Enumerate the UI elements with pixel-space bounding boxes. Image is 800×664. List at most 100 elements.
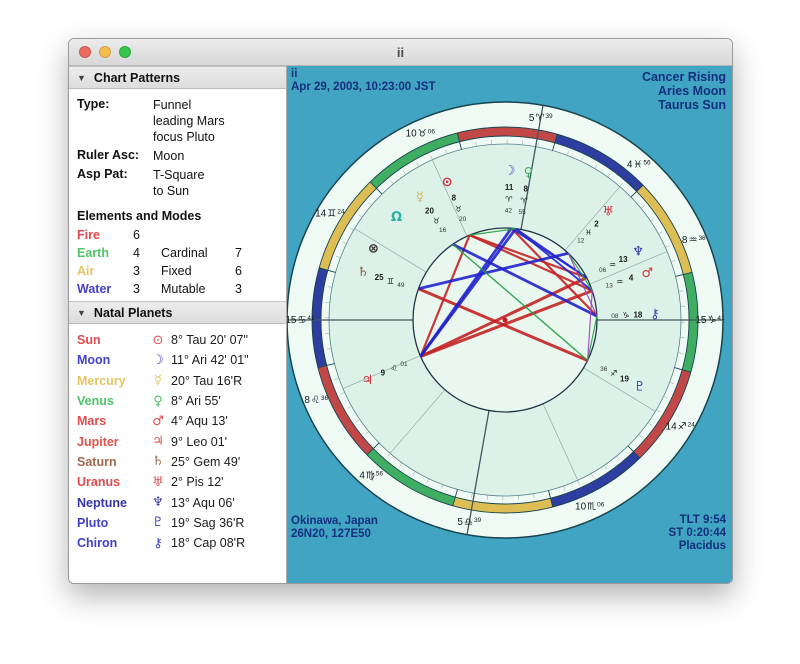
planet-name: Uranus bbox=[77, 475, 145, 489]
planet-sign-glyph: ♐ bbox=[610, 369, 617, 378]
elements-modes-table: Fire6Earth4Cardinal7Air3Fixed6Water3Muta… bbox=[77, 227, 278, 297]
planet-minutes: 16 bbox=[439, 227, 447, 234]
disclosure-triangle-icon[interactable]: ▼ bbox=[77, 73, 86, 83]
planet-name: Venus bbox=[77, 394, 145, 408]
element-count: 3 bbox=[133, 281, 161, 297]
planet-row-pluto[interactable]: Pluto♇19° Sag 36'R bbox=[77, 513, 286, 533]
natal-planets-list: Sun⊙8° Tau 20' 07"Moon☽11° Ari 42' 01"Me… bbox=[69, 324, 286, 553]
mode-name: Fixed bbox=[161, 263, 235, 279]
jupiter-glyph-icon: ♃ bbox=[145, 434, 171, 449]
neptune-glyph-icon: ♆ bbox=[632, 244, 644, 259]
element-name: Fire bbox=[77, 227, 133, 243]
planet-degree: 20 bbox=[425, 207, 434, 216]
planet-name: Mars bbox=[77, 414, 145, 428]
element-name: Earth bbox=[77, 245, 133, 261]
mode-count: 7 bbox=[235, 245, 259, 261]
mode-count: 6 bbox=[235, 263, 259, 279]
north-node-glyph-icon: Ω bbox=[391, 210, 402, 225]
planet-position: 20° Tau 16'R bbox=[171, 374, 286, 388]
neptune-glyph-icon: ♆ bbox=[145, 495, 171, 510]
planet-degree: 18 bbox=[633, 310, 642, 319]
planet-row-venus[interactable]: Venus♀8° Ari 55' bbox=[77, 391, 286, 411]
planet-name: Mercury bbox=[77, 374, 145, 388]
chart-patterns-section-header[interactable]: ▼ Chart Patterns bbox=[69, 66, 286, 89]
planet-name: Jupiter bbox=[77, 435, 145, 449]
venus-glyph-icon: ♀ bbox=[524, 165, 534, 180]
chiron-glyph-icon: ⚷ bbox=[650, 307, 660, 322]
element-count: 6 bbox=[133, 227, 161, 243]
planet-position: 9° Leo 01' bbox=[171, 435, 286, 449]
mars-glyph-icon: ♂ bbox=[145, 414, 171, 429]
mercury-glyph-icon: ☿ bbox=[145, 373, 171, 388]
planet-degree: 25 bbox=[375, 273, 384, 282]
planet-minutes: 55 bbox=[518, 209, 526, 216]
planet-minutes: 13 bbox=[606, 283, 614, 290]
asp-pat-value: T-Square to Sun bbox=[153, 167, 278, 199]
planet-degree: 2 bbox=[594, 220, 599, 229]
planet-sign-glyph: ♒ bbox=[609, 260, 616, 269]
mode-count bbox=[235, 227, 259, 243]
uranus-glyph-icon: ♅ bbox=[145, 475, 171, 490]
mars-glyph-icon: ♂ bbox=[641, 266, 653, 281]
planet-sign-glyph: ♒ bbox=[616, 278, 623, 287]
venus-glyph-icon: ♀ bbox=[145, 394, 171, 409]
element-count: 3 bbox=[133, 263, 161, 279]
planet-position: 8° Ari 55' bbox=[171, 394, 286, 408]
planet-row-moon[interactable]: Moon☽11° Ari 42' 01" bbox=[77, 350, 286, 370]
saturn-glyph-icon: ♄ bbox=[145, 454, 171, 469]
planet-degree: 19 bbox=[620, 375, 629, 384]
mercury-glyph-icon: ☿ bbox=[416, 190, 424, 205]
planet-row-neptune[interactable]: Neptune♆13° Aqu 06' bbox=[77, 492, 286, 512]
minimize-button[interactable] bbox=[99, 46, 111, 58]
planet-degree: 8 bbox=[523, 185, 528, 194]
planet-sign-glyph: ♈ bbox=[520, 197, 527, 206]
section-title: Natal Planets bbox=[94, 306, 173, 320]
planet-row-sun[interactable]: Sun⊙8° Tau 20' 07" bbox=[77, 330, 286, 350]
type-label: Type: bbox=[77, 97, 149, 145]
planet-minutes: 42 bbox=[505, 208, 513, 215]
planet-name: Moon bbox=[77, 353, 145, 367]
ruler-asc-label: Ruler Asc: bbox=[77, 148, 149, 164]
chart-patterns-body: Type: Funnel leading Mars focus Pluto Ru… bbox=[69, 89, 286, 301]
element-name: Air bbox=[77, 263, 133, 279]
planet-sign-glyph: ♓ bbox=[585, 228, 592, 237]
type-value: Funnel leading Mars focus Pluto bbox=[153, 97, 278, 145]
planet-minutes: 08 bbox=[611, 313, 619, 320]
planet-name: Chiron bbox=[77, 536, 145, 550]
planet-degree: 13 bbox=[619, 255, 628, 264]
planet-minutes: 20 bbox=[459, 216, 467, 223]
natal-planets-section-header[interactable]: ▼ Natal Planets bbox=[69, 301, 286, 324]
planet-row-chiron[interactable]: Chiron⚷18° Cap 08'R bbox=[77, 533, 286, 553]
disclosure-triangle-icon[interactable]: ▼ bbox=[77, 308, 86, 318]
planet-position: 19° Sag 36'R bbox=[171, 516, 286, 530]
saturn-glyph-icon: ♄ bbox=[357, 265, 369, 280]
planet-row-saturn[interactable]: Saturn♄25° Gem 49' bbox=[77, 452, 286, 472]
planet-minutes: 49 bbox=[397, 282, 405, 289]
planet-position: 18° Cap 08'R bbox=[171, 536, 286, 550]
window-title: ii bbox=[397, 45, 404, 60]
app-window: ii ▼ Chart Patterns Type: Funnel leading… bbox=[68, 38, 733, 584]
planet-sign-glyph: ♑ bbox=[622, 311, 629, 320]
mode-name bbox=[161, 227, 235, 243]
ruler-asc-value: Moon bbox=[153, 148, 278, 164]
natal-chart-wheel: 15♋418♌364♍565♎3910♏0614♐2415♑418♒364♓56… bbox=[287, 66, 732, 583]
planet-minutes: 06 bbox=[599, 267, 607, 274]
planet-minutes: 12 bbox=[577, 238, 585, 245]
moon-glyph-icon: ☽ bbox=[145, 353, 171, 368]
jupiter-glyph-icon: ♃ bbox=[361, 373, 373, 388]
planet-sign-glyph: ♉ bbox=[433, 216, 440, 225]
planet-position: 13° Aqu 06' bbox=[171, 496, 286, 510]
planet-position: 2° Pis 12' bbox=[171, 475, 286, 489]
planet-row-jupiter[interactable]: Jupiter♃9° Leo 01' bbox=[77, 431, 286, 451]
asp-pat-label: Asp Pat: bbox=[77, 167, 149, 199]
planet-name: Neptune bbox=[77, 496, 145, 510]
planet-row-uranus[interactable]: Uranus♅2° Pis 12' bbox=[77, 472, 286, 492]
close-button[interactable] bbox=[79, 46, 91, 58]
sun-glyph-icon: ⊙ bbox=[145, 333, 171, 348]
mode-name: Mutable bbox=[161, 281, 235, 297]
planet-row-mars[interactable]: Mars♂4° Aqu 13' bbox=[77, 411, 286, 431]
planet-row-mercury[interactable]: Mercury☿20° Tau 16'R bbox=[77, 371, 286, 391]
zoom-button[interactable] bbox=[119, 46, 131, 58]
titlebar: ii bbox=[69, 39, 732, 66]
planet-sign-glyph: ♉ bbox=[455, 204, 462, 213]
